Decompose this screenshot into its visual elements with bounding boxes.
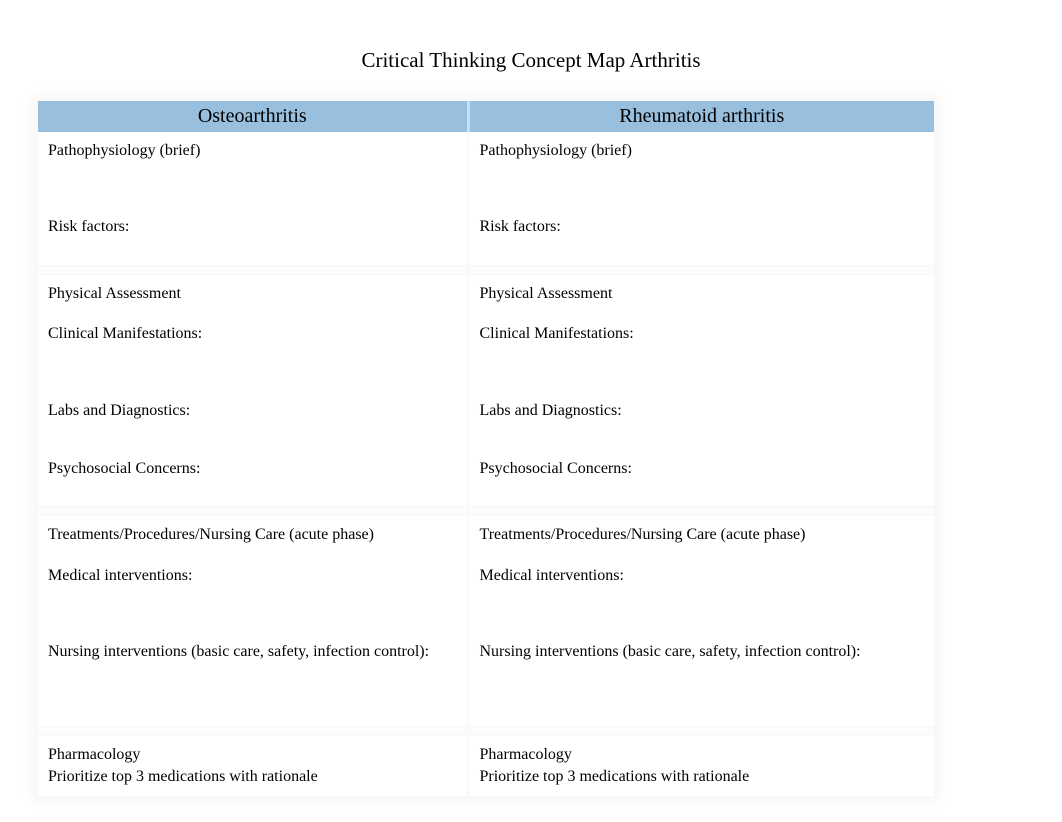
psychosocial-concerns-label: Psychosocial Concerns: xyxy=(48,458,457,480)
table-row: Treatments/Procedures/Nursing Care (acut… xyxy=(38,516,934,725)
nursing-interventions-label: Nursing interventions (basic care, safet… xyxy=(48,641,457,663)
osteo-pathophysiology-cell: Pathophysiology (brief) Risk factors: xyxy=(38,132,468,265)
pharmacology-heading: Pharmacology xyxy=(480,744,925,766)
table-row: Pathophysiology (brief) Risk factors: Pa… xyxy=(38,132,934,265)
risk-factors-label: Risk factors: xyxy=(480,216,925,238)
rheum-treatments-cell: Treatments/Procedures/Nursing Care (acut… xyxy=(468,516,934,725)
psychosocial-concerns-label: Psychosocial Concerns: xyxy=(480,458,925,480)
prioritize-meds-label: Prioritize top 3 medications with ration… xyxy=(480,766,925,788)
section-divider xyxy=(38,726,934,736)
table-row: Pharmacology Prioritize top 3 medication… xyxy=(38,736,934,797)
treatments-heading: Treatments/Procedures/Nursing Care (acut… xyxy=(480,524,925,546)
medical-interventions-label: Medical interventions: xyxy=(480,565,925,587)
rheum-pharmacology-cell: Pharmacology Prioritize top 3 medication… xyxy=(468,736,934,797)
pharmacology-heading: Pharmacology xyxy=(48,744,457,766)
osteo-treatments-cell: Treatments/Procedures/Nursing Care (acut… xyxy=(38,516,468,725)
section-divider xyxy=(38,506,934,516)
clinical-manifestations-label: Clinical Manifestations: xyxy=(48,323,457,345)
physical-assessment-heading: Physical Assessment xyxy=(48,283,457,305)
risk-factors-label: Risk factors: xyxy=(48,216,457,238)
nursing-interventions-label: Nursing interventions (basic care, safet… xyxy=(480,641,925,663)
physical-assessment-heading: Physical Assessment xyxy=(480,283,925,305)
clinical-manifestations-label: Clinical Manifestations: xyxy=(480,323,925,345)
labs-diagnostics-label: Labs and Diagnostics: xyxy=(480,400,925,422)
table-row: Physical Assessment Clinical Manifestati… xyxy=(38,275,934,507)
table-header-row: Osteoarthritis Rheumatoid arthritis xyxy=(38,101,934,132)
section-divider xyxy=(38,265,934,275)
column-header-osteoarthritis: Osteoarthritis xyxy=(38,101,468,132)
rheum-assessment-cell: Physical Assessment Clinical Manifestati… xyxy=(468,275,934,507)
medical-interventions-label: Medical interventions: xyxy=(48,565,457,587)
rheum-pathophysiology-cell: Pathophysiology (brief) Risk factors: xyxy=(468,132,934,265)
treatments-heading: Treatments/Procedures/Nursing Care (acut… xyxy=(48,524,457,546)
labs-diagnostics-label: Labs and Diagnostics: xyxy=(48,400,457,422)
osteo-pharmacology-cell: Pharmacology Prioritize top 3 medication… xyxy=(38,736,468,797)
concept-map-table-wrap: Osteoarthritis Rheumatoid arthritis Path… xyxy=(38,101,934,796)
prioritize-meds-label: Prioritize top 3 medications with ration… xyxy=(48,766,457,788)
osteo-assessment-cell: Physical Assessment Clinical Manifestati… xyxy=(38,275,468,507)
comparison-table: Osteoarthritis Rheumatoid arthritis Path… xyxy=(38,101,934,796)
page-title: Critical Thinking Concept Map Arthritis xyxy=(0,0,1062,101)
column-header-rheumatoid: Rheumatoid arthritis xyxy=(468,101,934,132)
pathophysiology-heading: Pathophysiology (brief) xyxy=(48,140,457,162)
pathophysiology-heading: Pathophysiology (brief) xyxy=(480,140,925,162)
